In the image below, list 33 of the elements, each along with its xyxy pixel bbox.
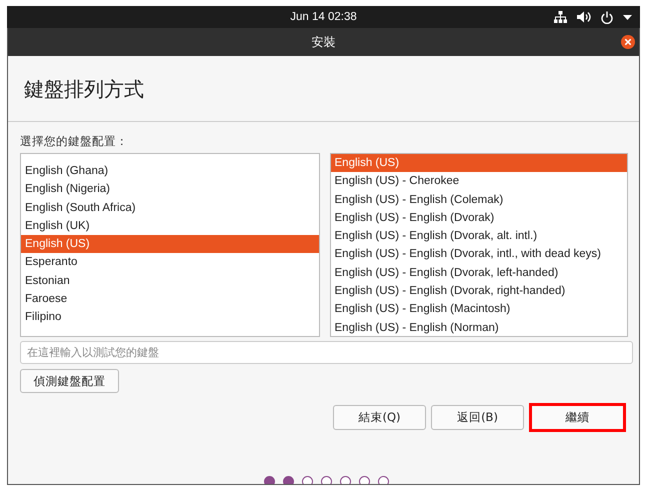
variant-item[interactable]: English (US) - Cherokee	[330, 172, 627, 191]
speaker-icon[interactable]	[577, 11, 591, 23]
layout-item[interactable]: Faroese	[21, 290, 318, 308]
variant-item[interactable]: English (US) - English (Colemak)	[330, 190, 627, 209]
layout-item[interactable]: Estonian	[21, 272, 318, 290]
layout-item[interactable]: English (Ghana)	[21, 162, 318, 180]
layout-item[interactable]: English (South Africa)	[21, 198, 318, 217]
clock: Jun 14 02:38	[290, 11, 357, 23]
page-heading: 鍵盤排列方式	[23, 76, 145, 102]
detect-layout-button[interactable]: 偵測鍵盤配置	[20, 369, 119, 393]
variant-item[interactable]: English (US) - English (Macintosh)	[330, 300, 627, 319]
layout-item[interactable]: English (UK)	[21, 216, 318, 236]
variant-item[interactable]: English (US) - English (Dvorak, left-handed)	[330, 264, 627, 282]
layout-item[interactable]: Filipino	[21, 308, 318, 327]
dialog-button[interactable]: 結束(Q)	[333, 405, 426, 430]
caret-icon[interactable]	[623, 14, 632, 20]
window-title: 安裝	[312, 34, 336, 50]
dialog-button[interactable]: 繼續	[529, 403, 626, 432]
dialog-button[interactable]: 返回(B)	[431, 405, 524, 430]
close-icon[interactable]	[621, 35, 635, 49]
network-icon[interactable]	[554, 11, 567, 23]
variant-item[interactable]: English (US) - English (Dvorak, intl., with dead keys)	[330, 245, 627, 264]
layout-item[interactable]: English (US)	[21, 235, 318, 254]
power-icon[interactable]	[601, 10, 613, 24]
layout-item[interactable]: Esperanto	[21, 253, 318, 272]
layout-item[interactable]: English (Nigeria)	[21, 180, 318, 199]
test-input-field[interactable]: 在這裡輸入以測試您的鍵盤	[20, 341, 633, 364]
variant-item[interactable]: English (US) - English (Dvorak)	[330, 208, 627, 228]
layout-label: 選擇您的鍵盤配置：	[20, 134, 129, 150]
variant-item[interactable]: English (US) - English (Norman)	[330, 318, 627, 336]
variant-item[interactable]: English (US)	[330, 154, 627, 172]
variant-item[interactable]: English (US) - English (Dvorak, right-handed)	[330, 282, 627, 300]
variant-item[interactable]: English (US) - English (Dvorak, alt. intl.)	[330, 227, 627, 246]
